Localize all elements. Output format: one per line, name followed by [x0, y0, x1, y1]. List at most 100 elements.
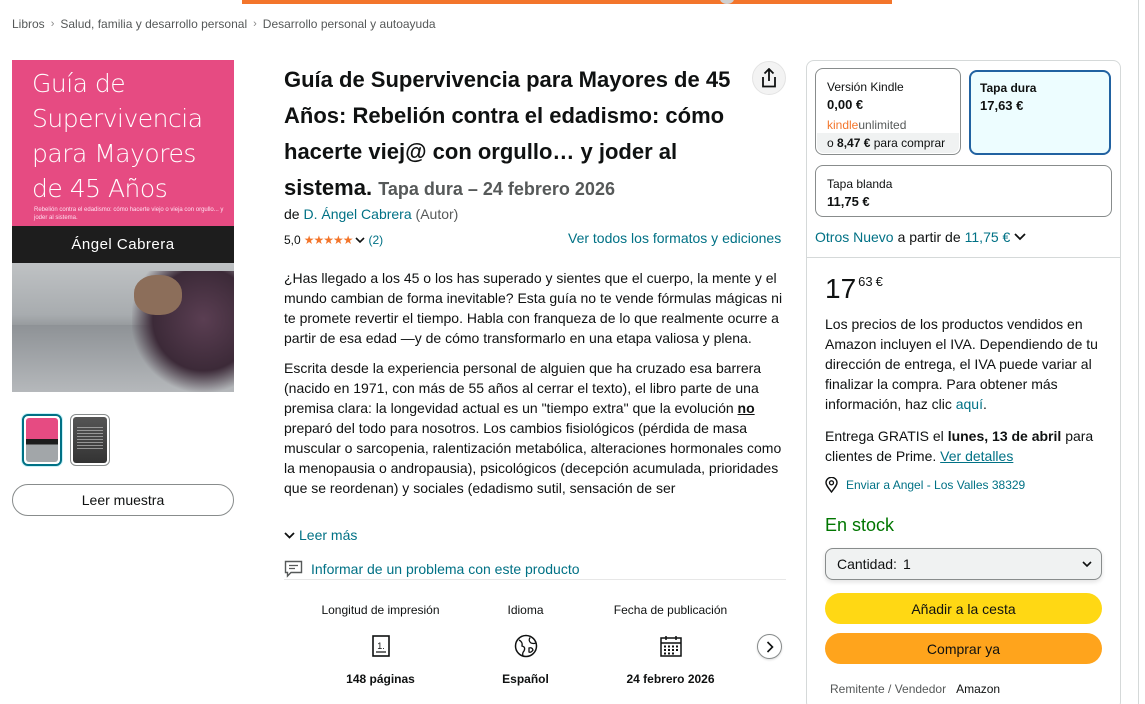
breadcrumb-item-desarrollo[interactable]: Desarrollo personal y autoayuda: [263, 17, 436, 31]
globe-icon: [514, 626, 538, 666]
attribute-label: Idioma: [507, 603, 544, 617]
quantity-value: 1: [902, 556, 911, 572]
other-offers[interactable]: Otros Nuevo a partir de 11,75 €: [815, 229, 1026, 245]
chevron-down-icon: [355, 236, 366, 243]
add-to-cart-button[interactable]: Añadir a la cesta: [825, 593, 1102, 624]
ku-brand: kindle: [827, 118, 859, 132]
attribute-publication-date: Fecha de publicación 24 febrero 2026: [598, 594, 743, 686]
banner-avatar: [720, 0, 734, 4]
report-comment-icon: [284, 560, 303, 578]
ku-prefix: o: [827, 136, 834, 150]
top-banner-strip: [242, 0, 892, 4]
product-attributes: Longitud de impresión 1. 148 páginas Idi…: [308, 594, 743, 686]
vat-note: Los precios de los productos vendidos en…: [825, 316, 1098, 412]
other-offers-price[interactable]: 11,75 €: [965, 229, 1011, 245]
read-more-link[interactable]: Leer más: [284, 527, 357, 543]
price-currency: €: [875, 274, 883, 289]
chevron-down-icon: [1014, 233, 1026, 241]
breadcrumb-separator: ›: [253, 18, 257, 30]
thumbnail-back-image: [73, 417, 107, 463]
image-thumbnails: [22, 414, 110, 466]
attribute-label: Fecha de publicación: [613, 603, 728, 617]
delivery-details-link[interactable]: Ver detalles: [940, 448, 1013, 464]
author-link[interactable]: D. Ángel Cabrera: [303, 206, 411, 222]
quantity-label: Cantidad:: [837, 556, 897, 572]
format-price: 17,63 €: [980, 98, 1024, 113]
attributes-next-button[interactable]: [757, 634, 782, 659]
chevron-down-icon: [284, 531, 295, 539]
price-fraction: 63: [858, 274, 873, 289]
vat-info-link[interactable]: aquí: [956, 396, 983, 412]
author-role: (Autor): [415, 206, 459, 222]
page-icon: 1.: [371, 626, 390, 666]
cover-subtitle: Rebelión contra el edadismo: cómo hacert…: [34, 207, 224, 221]
book-description: ¿Has llegado a los 45 o los has superado…: [284, 268, 784, 514]
stock-status: En stock: [825, 515, 895, 535]
cover-photo: [12, 263, 234, 392]
section-divider: [284, 579, 786, 580]
format-kindle[interactable]: Versión Kindle 0,00 € kindleunlimited o …: [815, 68, 961, 155]
author-byline: de D. Ángel Cabrera (Autor): [284, 206, 458, 222]
delivery-prefix: Entrega GRATIS el: [825, 428, 944, 444]
format-paperback[interactable]: Tapa blanda 11,75 €: [815, 165, 1112, 217]
calendar-icon: [659, 626, 682, 666]
breadcrumb-separator: ›: [50, 18, 55, 30]
ku-suffix: para comprar: [873, 136, 946, 150]
panel-divider: [807, 257, 1120, 258]
attribute-value: 148 páginas: [346, 672, 415, 686]
chevron-right-icon: [766, 640, 774, 653]
seller-label: Remitente / Vendedor: [830, 682, 947, 696]
price-whole: 17: [825, 273, 857, 304]
ku-unlimited: unlimited: [858, 118, 907, 132]
ku-price: 8,47 €: [837, 136, 871, 150]
breadcrumb-item-libros[interactable]: Libros: [12, 17, 45, 31]
cover-title: Guía de Supervivencia para Mayores de 45…: [32, 69, 203, 203]
breadcrumb: Libros › Salud, familia y desarrollo per…: [12, 17, 436, 31]
svg-text:1.: 1.: [377, 641, 385, 651]
description-p2-start: Escrita desde la experiencia personal de…: [284, 360, 762, 416]
description-paragraph-1: ¿Has llegado a los 45 o los has superado…: [284, 270, 783, 346]
format-name: Versión Kindle: [827, 80, 904, 94]
quantity-select[interactable]: Cantidad: 1: [825, 548, 1102, 580]
chevron-down-icon: [1082, 561, 1092, 568]
attribute-label: Longitud de impresión: [321, 603, 440, 617]
book-cover-image[interactable]: Guía de Supervivencia para Mayores de 45…: [12, 60, 234, 392]
share-button[interactable]: [752, 61, 786, 95]
report-problem-link[interactable]: Informar de un problema con este product…: [284, 560, 580, 578]
location-pin-icon: [825, 477, 838, 493]
delivery-date: lunes, 13 de abril: [947, 428, 1062, 444]
thumbnail-back-cover[interactable]: [70, 414, 110, 466]
thumbnail-front-cover[interactable]: [22, 414, 62, 466]
description-paragraph-2: Escrita desde la experiencia personal de…: [284, 358, 784, 498]
buy-now-button[interactable]: Comprar ya: [825, 633, 1102, 664]
format-hardcover-selected[interactable]: Tapa dura 17,63 €: [969, 70, 1111, 155]
read-more-label: Leer más: [299, 527, 358, 543]
seller-value: Amazon: [956, 682, 1001, 696]
page-edge-divider: [1138, 0, 1139, 704]
product-format-date: Tapa dura – 24 febrero 2026: [378, 179, 615, 199]
attribute-language: Idioma Español: [453, 594, 598, 686]
format-price: 0,00 €: [827, 97, 864, 112]
cover-photo-face: [134, 275, 182, 315]
rating-stars-icon: ★★★★★: [303, 233, 354, 247]
other-offers-link[interactable]: Otros Nuevo: [815, 229, 894, 245]
product-title: Guía de Supervivencia para Mayores de 45…: [284, 62, 754, 207]
review-count-link[interactable]: (2): [368, 233, 383, 247]
attribute-value: 24 febrero 2026: [626, 672, 715, 686]
thumbnail-front-image: [26, 418, 58, 462]
report-problem-label: Informar de un problema con este product…: [311, 561, 580, 577]
kindle-unlimited-logo: kindleunlimited: [827, 118, 906, 132]
format-price: 11,75 €: [827, 194, 870, 209]
ship-to-label: Enviar a Angel - Los Valles 38329: [846, 478, 1026, 492]
all-formats-link[interactable]: Ver todos los formatos y ediciones: [568, 230, 781, 246]
cover-author: Ángel Cabrera: [71, 236, 175, 253]
ship-to-location[interactable]: Enviar a Angel - Los Valles 38329: [825, 477, 1025, 493]
description-p2-end: preparó del todo para nosotros. Los camb…: [284, 420, 782, 496]
delivery-info: Entrega GRATIS el lunes, 13 de abril par…: [825, 426, 1110, 466]
breadcrumb-item-salud[interactable]: Salud, familia y desarrollo personal: [60, 17, 247, 31]
rating-summary[interactable]: 5,0 ★★★★★ (2): [284, 233, 383, 247]
read-sample-button[interactable]: Leer muestra: [12, 484, 234, 516]
description-emphasis: no: [737, 400, 755, 416]
share-icon: [762, 68, 776, 88]
format-name: Tapa blanda: [827, 177, 893, 191]
